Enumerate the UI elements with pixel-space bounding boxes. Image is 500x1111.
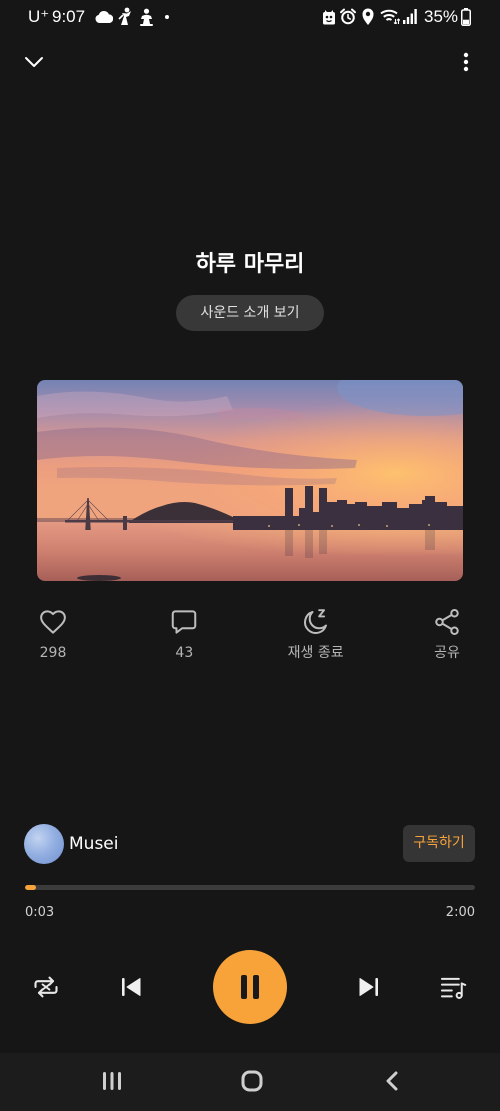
- sound-intro-button[interactable]: 사운드 소개 보기: [176, 295, 324, 331]
- alarm-icon: [340, 8, 356, 25]
- more-notifications-dot: [165, 15, 169, 19]
- sleep-timer-label: 재생 종료: [287, 645, 344, 661]
- home-icon[interactable]: [241, 1070, 263, 1092]
- battery-icon: [461, 8, 471, 26]
- signal-icon: [403, 9, 417, 24]
- comment-icon: [172, 610, 197, 634]
- battery-percent: 35%: [424, 7, 459, 26]
- comment-button[interactable]: 43: [149, 607, 219, 662]
- elapsed-time: 0:03: [25, 905, 55, 920]
- total-duration: 2:00: [445, 905, 475, 920]
- more-vertical-icon[interactable]: [456, 50, 476, 74]
- progress-bar[interactable]: [25, 885, 475, 890]
- action-row: 298 43 재생 종료 공유: [18, 607, 482, 662]
- carrier-label: U⁺: [28, 7, 50, 26]
- repeat-icon[interactable]: [32, 973, 60, 1001]
- track-artwork: [37, 380, 463, 581]
- like-count: 298: [39, 645, 67, 661]
- comment-count: 43: [175, 645, 194, 661]
- avatar[interactable]: [24, 824, 64, 864]
- heart-icon: [40, 610, 66, 634]
- chevron-down-icon[interactable]: [22, 50, 46, 74]
- share-icon: [435, 609, 459, 635]
- cloud-icon: [95, 11, 113, 23]
- next-icon[interactable]: [357, 975, 381, 999]
- track-title: 하루 마무리: [195, 252, 305, 277]
- app-status-icon: [323, 10, 335, 25]
- pause-icon: [241, 975, 247, 999]
- playlist-icon[interactable]: [439, 973, 467, 1001]
- channel-name[interactable]: Musei: [69, 834, 118, 854]
- progress-fill: [25, 885, 37, 890]
- back-icon[interactable]: [384, 1071, 400, 1091]
- recent-apps-icon[interactable]: [102, 1071, 122, 1091]
- status-time: 9:07: [52, 7, 86, 26]
- system-nav-bar: [0, 1053, 500, 1111]
- subscribe-button[interactable]: 구독하기: [403, 825, 475, 862]
- share-label: 공유: [434, 645, 460, 661]
- notification-icon: [140, 8, 153, 26]
- sleep-timer-button[interactable]: 재생 종료: [281, 607, 351, 662]
- like-button[interactable]: 298: [18, 607, 88, 662]
- location-icon: [362, 8, 374, 25]
- sleep-timer-icon: [303, 609, 327, 634]
- notification-icon: [118, 7, 131, 25]
- share-button[interactable]: 공유: [412, 607, 482, 662]
- wifi-icon: [380, 9, 400, 24]
- pause-icon: [253, 975, 259, 999]
- previous-icon[interactable]: [119, 975, 143, 999]
- pause-button[interactable]: [213, 950, 287, 1024]
